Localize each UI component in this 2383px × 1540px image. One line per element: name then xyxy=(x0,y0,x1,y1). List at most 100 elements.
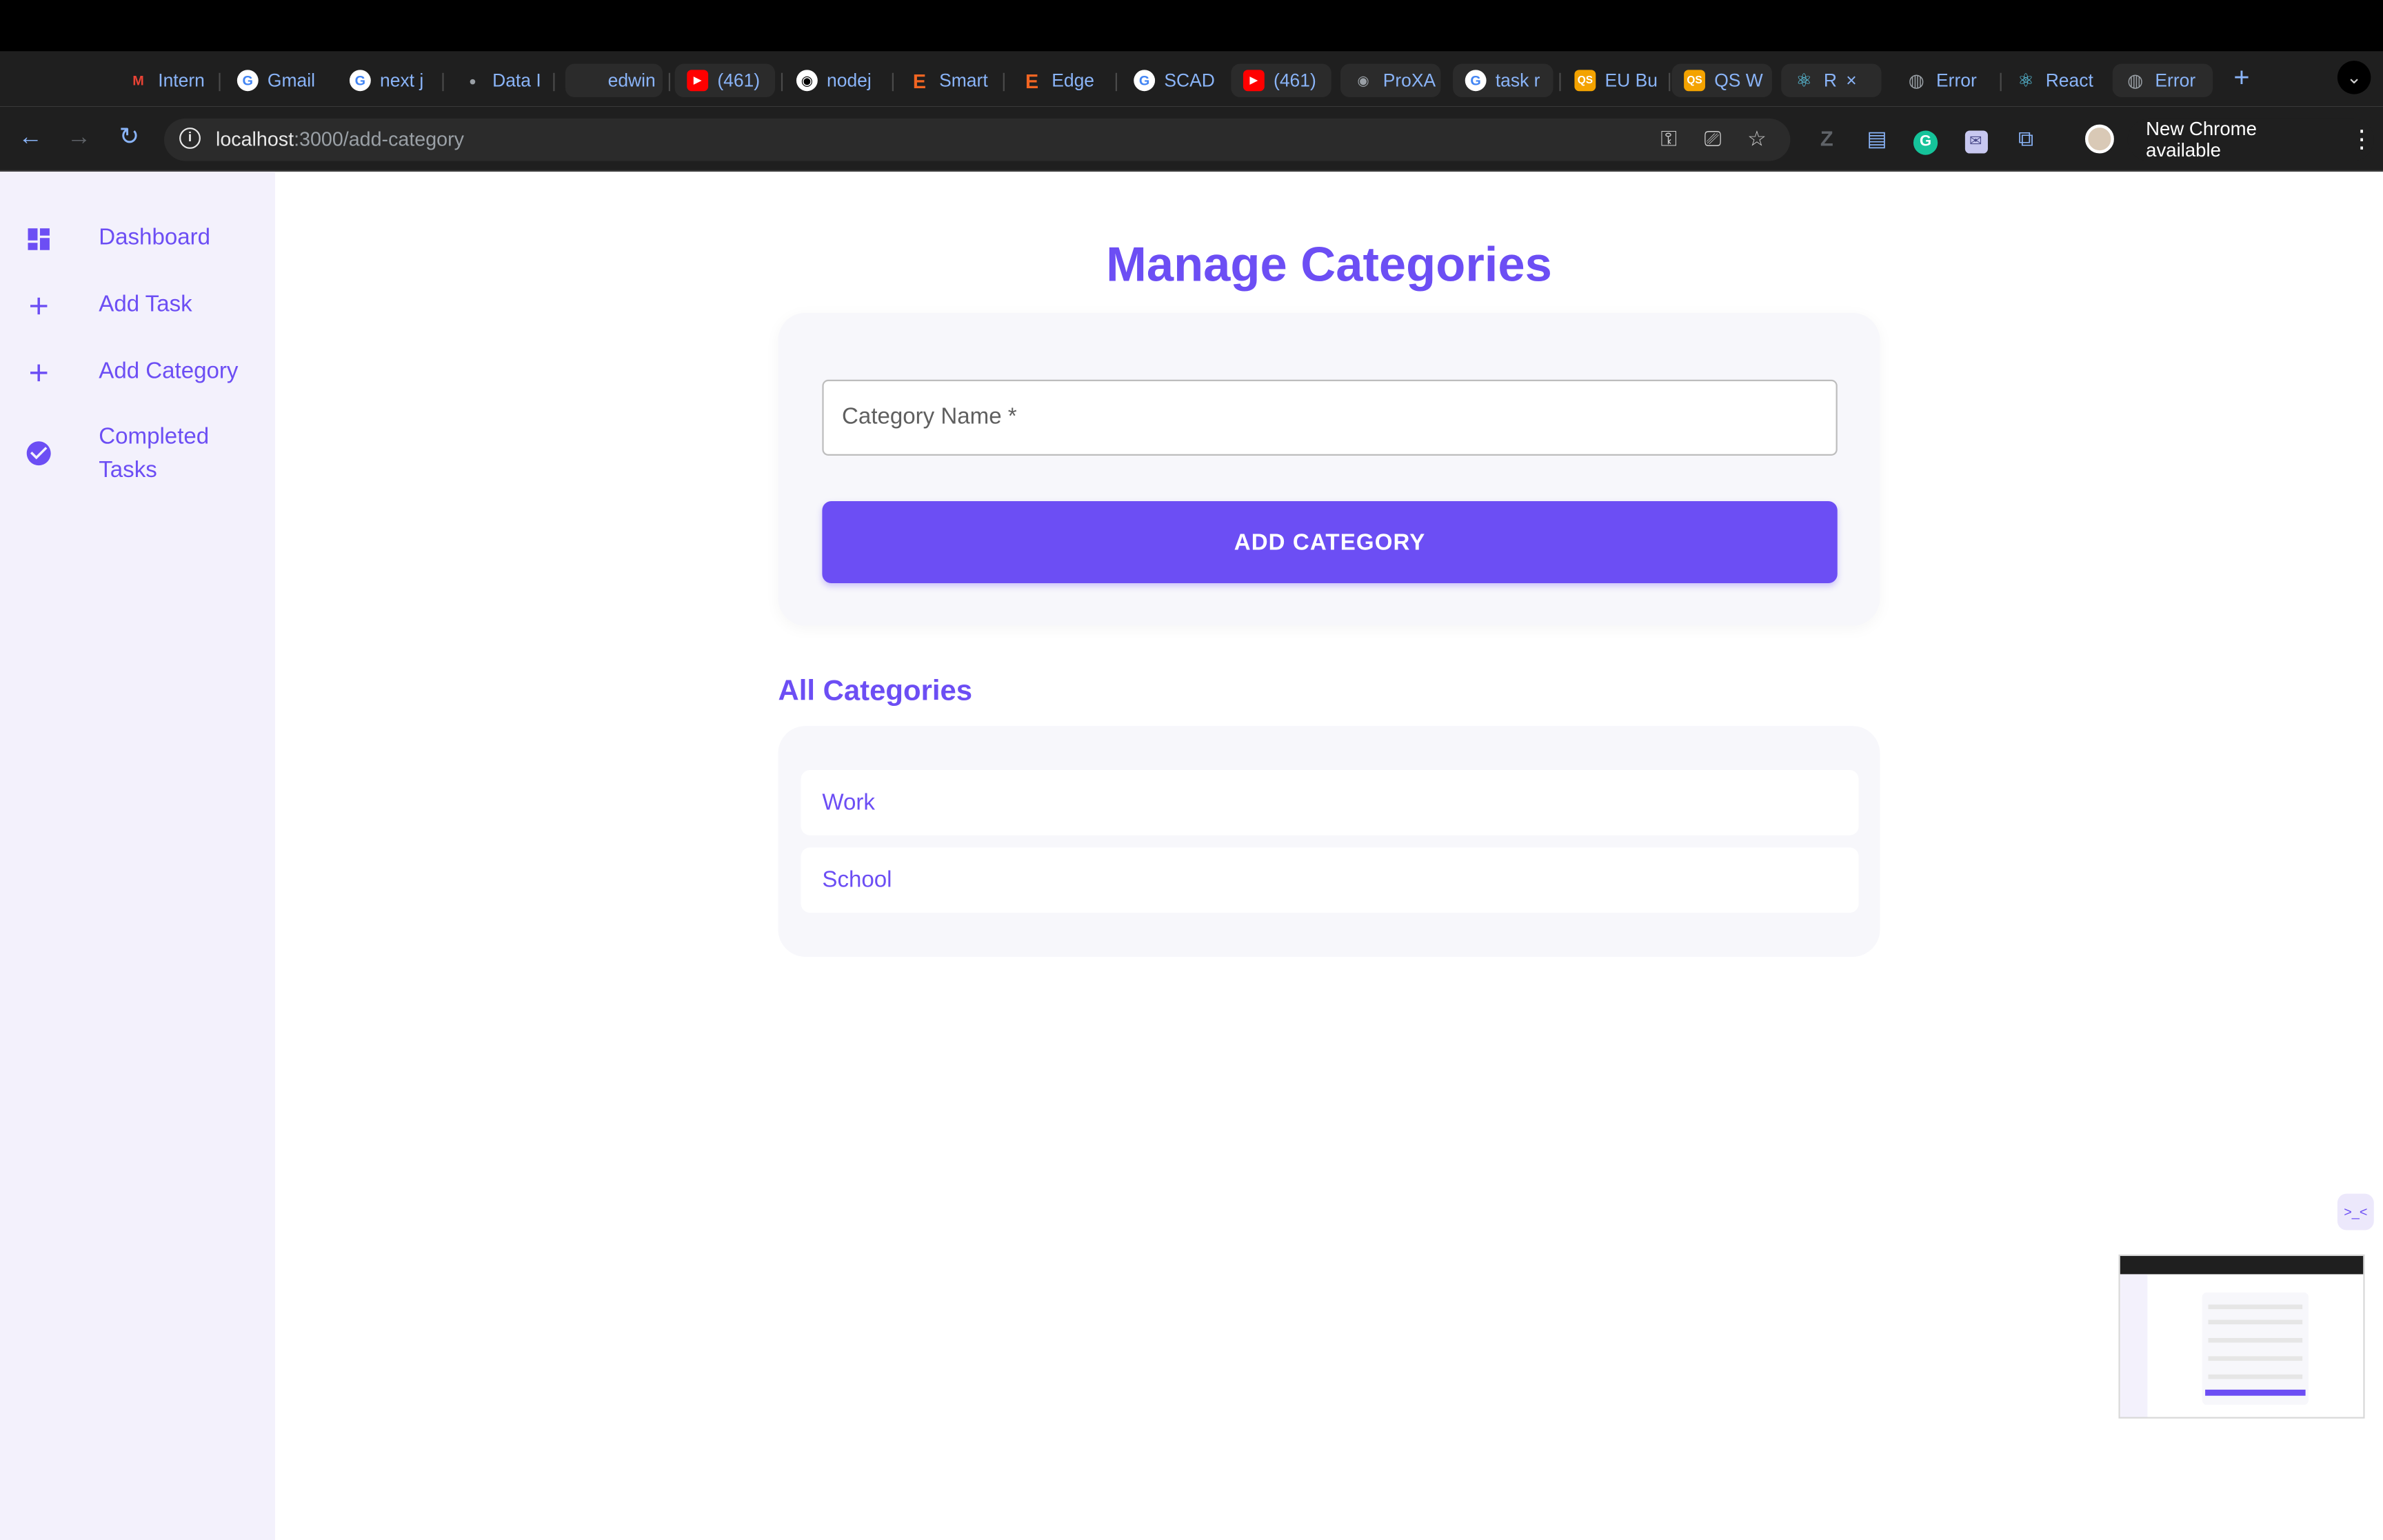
reload-icon[interactable]: ↻ xyxy=(114,123,144,153)
github-icon: ◉ xyxy=(1357,72,1369,88)
bookmark-star-icon[interactable]: ☆ xyxy=(1743,125,1771,152)
tab-item[interactable]: edwin xyxy=(565,63,663,98)
tab-item-active[interactable]: ⚛ R × xyxy=(1781,63,1882,98)
tab-item[interactable]: G task r xyxy=(1453,63,1554,98)
thumbnail-line xyxy=(2208,1319,2303,1325)
tab-item[interactable]: ◉ nodej xyxy=(784,64,884,97)
add-category-button[interactable]: ADD CATEGORY xyxy=(822,501,1838,584)
thumbnail-button xyxy=(2205,1389,2306,1396)
thumbnail-topbar xyxy=(2120,1256,2364,1275)
grammarly-icon[interactable]: G xyxy=(1912,125,1940,155)
all-categories-heading: All Categories xyxy=(778,676,973,708)
sidebar-item-add-task[interactable]: Add Task xyxy=(0,289,275,322)
forward-icon[interactable]: → xyxy=(64,123,94,153)
thumbnail-line xyxy=(2208,1337,2303,1343)
sidebar-item-add-category[interactable]: Add Category xyxy=(0,356,275,389)
extensions-puzzle-icon[interactable]: ⧉ xyxy=(2012,125,2040,152)
extension-book-icon[interactable]: ▤ xyxy=(1863,125,1891,152)
site-icon: ● xyxy=(469,73,476,88)
category-list-card xyxy=(778,726,1880,957)
tab-item[interactable]: QS QS W xyxy=(1671,63,1772,98)
youtube-icon: ▶ xyxy=(1243,70,1265,92)
tab-label: QS W xyxy=(1714,70,1763,92)
back-icon[interactable]: ← xyxy=(15,123,46,153)
devtools-toggle-icon[interactable]: >_< xyxy=(2337,1193,2374,1230)
tab-label: Intern xyxy=(158,70,205,92)
category-name-label: Category Name * xyxy=(842,404,1017,430)
tab-item[interactable]: ▶ (461) xyxy=(1231,63,1331,98)
tab-search-icon[interactable]: ⌄ xyxy=(2337,61,2371,94)
tab-separator xyxy=(442,72,444,92)
tab-item[interactable]: G next j xyxy=(337,64,437,97)
github-icon: ◉ xyxy=(796,70,818,92)
sidebar-item-dashboard[interactable]: Dashboard xyxy=(0,222,275,255)
tab-label: nodej xyxy=(827,70,872,92)
tab-label: next j xyxy=(380,70,424,92)
tab-label: (461) xyxy=(1274,70,1316,92)
sidebar-item-completed-tasks[interactable]: Completed Tasks xyxy=(0,421,275,487)
tab-item[interactable]: ◍ Error xyxy=(2112,63,2213,98)
category-item-work[interactable]: Work xyxy=(801,770,1859,835)
tab-item[interactable]: G SCAD xyxy=(1122,64,1222,97)
install-app-icon[interactable]: ⎚ xyxy=(1699,125,1727,152)
tab-label: Data I xyxy=(492,70,541,92)
tab-strip: M Intern G Gmail G next j ● Data I edwin… xyxy=(0,51,2383,107)
url-path: :3000/add-category xyxy=(294,128,465,151)
sidebar: Dashboard Add Task Add Category Complete… xyxy=(0,171,275,1540)
tab-separator xyxy=(2000,72,2002,92)
tab-item[interactable]: ▶ (461) xyxy=(674,63,776,98)
google-icon: G xyxy=(349,70,371,92)
tab-label: ProXA xyxy=(1382,70,1436,92)
tab-item[interactable]: ◍ Error xyxy=(1893,64,1993,97)
google-icon: G xyxy=(237,70,259,92)
google-icon: G xyxy=(1465,70,1487,92)
extension-mail-icon[interactable]: ✉ xyxy=(1962,125,1989,154)
globe-icon: ◍ xyxy=(1908,70,1924,92)
tab-item[interactable]: ⚛ React xyxy=(2003,64,2103,97)
sidebar-item-label: Add Task xyxy=(99,292,192,318)
category-item-school[interactable]: School xyxy=(801,847,1859,913)
profile-avatar[interactable] xyxy=(2084,124,2114,154)
key-icon[interactable]: ⚿ xyxy=(1655,125,1682,152)
tab-label: Gmail xyxy=(267,70,316,92)
update-chrome-button[interactable]: New Chrome available ⋮ xyxy=(2127,118,2374,161)
url-text[interactable]: localhost:3000/add-category xyxy=(216,128,464,150)
tab-item[interactable]: ◉ ProXA xyxy=(1340,63,1441,98)
tab-separator xyxy=(219,72,221,92)
qs-icon: QS xyxy=(1574,70,1596,92)
react-icon: ⚛ xyxy=(1796,70,1813,92)
tab-label: Error xyxy=(1935,70,1977,92)
tab-item[interactable]: E Smart xyxy=(896,64,996,97)
tab-separator xyxy=(668,72,670,92)
site-info-icon[interactable]: i xyxy=(179,128,201,149)
tab-separator xyxy=(1559,72,1561,92)
sidebar-item-label: Add Category xyxy=(99,358,239,385)
tab-item[interactable]: QS EU Bu xyxy=(1562,64,1662,97)
window-top-bar xyxy=(0,0,2383,52)
tab-label: R xyxy=(1823,70,1838,92)
url-host: localhost xyxy=(215,128,294,151)
qs-icon: QS xyxy=(1684,70,1705,92)
tab-item[interactable]: M Intern xyxy=(116,64,216,97)
more-menu-icon[interactable]: ⋮ xyxy=(2350,125,2374,155)
preview-thumbnail[interactable] xyxy=(2118,1254,2365,1419)
tab-label: EU Bu xyxy=(1605,70,1658,92)
extension-z-icon[interactable]: Z xyxy=(1813,125,1840,152)
youtube-icon: ▶ xyxy=(687,70,709,92)
tab-separator xyxy=(1003,72,1005,92)
sidebar-item-label: Dashboard xyxy=(99,225,211,251)
tab-separator xyxy=(1669,72,1671,92)
thumbnail-line xyxy=(2208,1304,2303,1310)
tab-label: SCAD xyxy=(1164,70,1215,92)
tab-item[interactable]: G Gmail xyxy=(225,64,331,97)
new-tab-button[interactable]: + xyxy=(2228,64,2255,92)
check-circle-icon xyxy=(26,441,51,466)
tab-label: edwin xyxy=(607,70,656,92)
tab-item[interactable]: E Edge xyxy=(1009,64,1109,97)
tab-item[interactable]: ● Data I xyxy=(450,64,547,97)
thumbnail-line xyxy=(2208,1374,2303,1379)
tab-label: React xyxy=(2045,70,2093,92)
thumbnail-line xyxy=(2208,1356,2303,1361)
close-icon[interactable]: × xyxy=(1846,70,1856,91)
react-icon: ⚛ xyxy=(2018,70,2034,92)
